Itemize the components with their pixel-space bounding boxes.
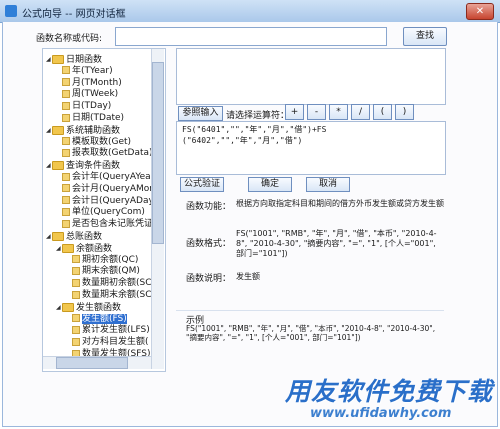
tree-item-label: 发生额(FS): [82, 313, 127, 324]
tree-item-label: 余额函数: [76, 243, 113, 254]
tree-vertical-scroll-thumb[interactable]: [152, 62, 164, 244]
folder-icon: [52, 161, 64, 171]
function-tree: ◢ 日期函数 年(TYear) 月(TMonth) 周(TWeek) 日(TDay) 日期(…: [42, 48, 166, 372]
tree-item-label: 日(TDay): [72, 101, 112, 112]
example-divider: [176, 310, 444, 311]
folder-icon: [62, 302, 74, 312]
tree-item-label: 是否包含未记账凭证: [72, 219, 154, 230]
tree-item-label: 期初余额(QC): [82, 254, 139, 265]
tree-item-label: 日期(TDate): [72, 113, 125, 123]
folder-icon: [52, 232, 64, 241]
operator-close-paren-button[interactable]: ): [395, 104, 414, 120]
function-icon: [62, 113, 70, 122]
function-feature-value: 根据方向取指定科目和期间的借方外币发生额或贷方发生额: [236, 199, 444, 208]
function-icon: [62, 101, 70, 110]
function-icon: [72, 278, 80, 287]
app-icon: [5, 5, 17, 17]
tree-item-label: 会计日(QueryADay): [72, 195, 158, 206]
tree-item-label: 累计发生额(LFS): [82, 325, 150, 336]
window-title: 公式向导 -- 网页对话框: [22, 9, 126, 20]
tree-item-label: 查询条件函数: [66, 161, 121, 172]
function-description-label: 函数说明：: [186, 274, 232, 284]
search-button[interactable]: 查找: [403, 27, 447, 46]
function-icon: [62, 196, 70, 205]
function-description-value: 发生额: [236, 272, 260, 281]
function-icon: [72, 255, 80, 264]
function-icon: [72, 337, 80, 346]
function-icon: [62, 172, 70, 181]
tree-item-label: 总账函数: [66, 232, 103, 242]
tree-item-label: 年(TYear): [72, 65, 113, 76]
tree-item-label: 月(TMonth): [72, 77, 122, 88]
tree-item-label: 模板取数(Get): [72, 136, 132, 147]
tree-item-label: 系统辅助函数: [66, 125, 121, 136]
operator-label: 请选择运算符：: [226, 111, 290, 121]
folder-icon: [62, 243, 74, 253]
folder-icon: [52, 55, 64, 64]
operator-multiply-button[interactable]: *: [329, 104, 348, 120]
function-icon: [62, 137, 70, 146]
reference-input-button[interactable]: 参照输入: [178, 106, 223, 121]
example-value: FS("1001", "RMB", "年", "月", "借", "本币", "…: [186, 324, 436, 342]
tree-item-label: 发生额函数: [76, 302, 122, 313]
ok-button[interactable]: 确定: [248, 177, 292, 192]
function-icon: [72, 290, 80, 299]
function-icon: [62, 78, 70, 87]
function-format-value: FS("1001", "RMB", "年", "月", "借", "本币", "…: [236, 229, 437, 258]
tree-horizontal-scroll-thumb[interactable]: [56, 357, 128, 369]
operator-minus-button[interactable]: -: [307, 104, 326, 120]
operator-divide-button[interactable]: /: [351, 104, 370, 120]
tree-item-label: 单位(QueryCom): [72, 207, 145, 218]
function-icon: [72, 266, 80, 275]
operator-open-paren-button[interactable]: (: [373, 104, 392, 120]
verify-formula-button[interactable]: 公式验证: [180, 177, 224, 192]
function-search-input[interactable]: [115, 27, 387, 46]
watermark-text: 用友软件免费下载: [285, 377, 494, 406]
function-icon: [72, 314, 80, 323]
tree-item-label: 数量期末余额(SC: [82, 290, 152, 300]
tree-item-label: 期末余额(QM): [82, 266, 140, 277]
tree-item-label: 对方科目发生额(: [82, 337, 149, 348]
operator-plus-button[interactable]: +: [285, 104, 304, 120]
function-icon: [62, 219, 70, 228]
function-icon: [62, 66, 70, 75]
function-icon: [72, 325, 80, 334]
function-icon: [62, 184, 70, 193]
function-icon: [62, 89, 70, 98]
tree-item-label: 周(TWeek): [72, 89, 119, 100]
function-icon: [62, 207, 70, 216]
close-button[interactable]: ✕: [466, 3, 494, 20]
watermark-url: www.ufidawhy.com: [310, 406, 452, 421]
tree-item-label: 会计年(QueryAYear): [72, 172, 158, 182]
tree-item-label: 日期函数: [66, 55, 103, 65]
function-icon: [62, 148, 70, 157]
cancel-button[interactable]: 取消: [306, 177, 350, 192]
description-area[interactable]: [176, 48, 446, 105]
function-feature-label: 函数功能：: [186, 202, 232, 212]
function-search-label: 函数名称或代码:: [36, 34, 103, 44]
function-format-label: 函数格式：: [186, 239, 232, 249]
tree-item-label: 报表取数(GetData): [72, 148, 153, 159]
formula-text: FS("6401","","年","月","借")+FS ("6402","",…: [182, 125, 327, 145]
folder-icon: [52, 125, 64, 135]
tree-item-label: 数量期初余额(SC: [82, 278, 152, 289]
